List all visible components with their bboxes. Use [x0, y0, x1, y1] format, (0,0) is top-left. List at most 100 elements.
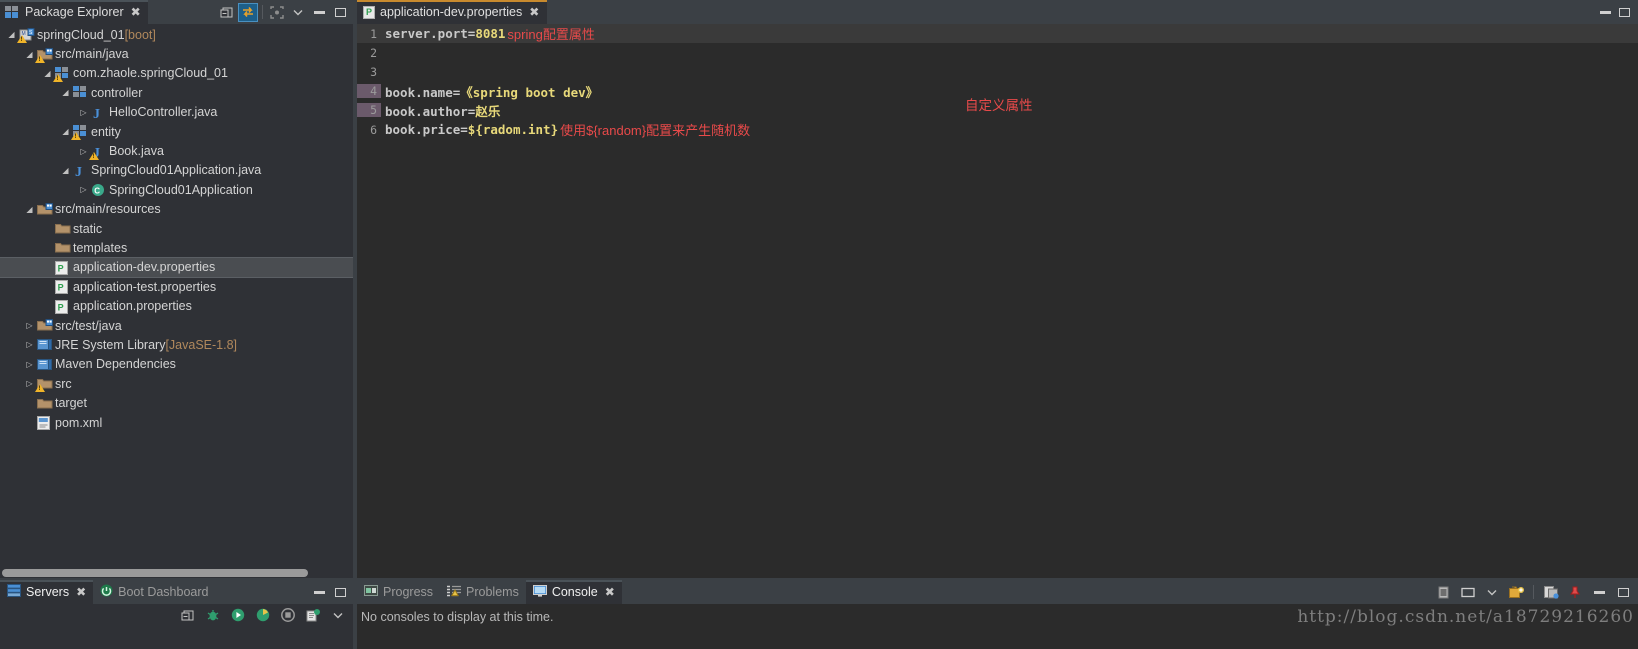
- java-file-icon: J: [91, 106, 106, 122]
- code-text[interactable]: server.port=8081: [381, 26, 505, 41]
- folder-icon: [55, 241, 71, 254]
- property-key: book.author=: [385, 103, 476, 119]
- code-text[interactable]: book.price=${radom.int}: [381, 122, 558, 137]
- tab-problems[interactable]: Problems: [440, 580, 526, 604]
- code-annotation: spring配置属性: [507, 27, 595, 43]
- line-number: 3: [370, 64, 377, 79]
- pin-console-icon[interactable]: [1566, 584, 1584, 601]
- maximize-icon[interactable]: [1614, 584, 1632, 601]
- scroll-lock-icon[interactable]: [1459, 584, 1477, 601]
- maximize-icon[interactable]: [1619, 7, 1630, 17]
- collapse-all-icon[interactable]: [218, 4, 236, 21]
- code-line[interactable]: 2: [357, 43, 1638, 62]
- publish-icon[interactable]: [304, 607, 322, 624]
- code-line[interactable]: 3: [357, 62, 1638, 81]
- display-selected-console-icon[interactable]: [1483, 584, 1501, 601]
- tree-item[interactable]: ▷ C SpringCloud01Application: [0, 180, 353, 199]
- start-icon[interactable]: [229, 607, 247, 624]
- package-explorer-view: Package Explorer ✖ ◢ M S ! springCloud_0…: [0, 0, 353, 578]
- tab-boot-dashboard[interactable]: Boot Dashboard: [93, 580, 215, 604]
- expand-arrow-icon[interactable]: ◢: [59, 166, 72, 175]
- line-number: 2: [370, 45, 377, 60]
- clear-console-icon[interactable]: [1435, 584, 1453, 601]
- tree-item[interactable]: pom.xml: [0, 413, 353, 432]
- tree-item-icon: J: [72, 164, 89, 180]
- tree-item[interactable]: Papplication-test.properties: [0, 277, 353, 296]
- debug-icon[interactable]: [204, 607, 222, 624]
- collapse-arrow-icon[interactable]: ▷: [77, 108, 90, 117]
- scrollbar-thumb[interactable]: [2, 569, 308, 577]
- explorer-horizontal-scrollbar[interactable]: [0, 567, 353, 578]
- close-icon[interactable]: ✖: [605, 586, 615, 598]
- tree-item-label: src/test/java: [55, 318, 122, 333]
- focus-on-active-task-icon[interactable]: [268, 4, 286, 21]
- minimize-icon[interactable]: [1590, 584, 1608, 601]
- tree-item[interactable]: ▷JBook.java: [0, 141, 353, 161]
- profile-icon[interactable]: [254, 607, 272, 624]
- code-annotation: 使用${random}配置来产生随机数: [560, 123, 751, 139]
- maximize-icon[interactable]: [331, 584, 349, 601]
- warning-overlay-icon: [53, 73, 63, 82]
- tree-item[interactable]: ▷src: [0, 374, 353, 393]
- code-line[interactable]: 1 server.port=8081 spring配置属性: [357, 24, 1638, 44]
- tree-item[interactable]: ▷ src/test/java: [0, 316, 353, 335]
- tree-item-icon: MS: [17, 28, 35, 44]
- editor-tab-label: application-dev.properties: [380, 5, 523, 19]
- tree-item-suffix: [JavaSE-1.8]: [165, 337, 238, 352]
- expand-arrow-icon[interactable]: ◢: [23, 205, 36, 214]
- tree-item-label: SpringCloud01Application.java: [91, 163, 262, 178]
- tree-item-icon: [36, 397, 53, 410]
- collapse-all-icon[interactable]: [179, 607, 197, 624]
- tab-servers[interactable]: Servers ✖: [0, 580, 94, 604]
- code-text[interactable]: book.name=《spring boot dev》: [381, 82, 598, 101]
- code-editor[interactable]: 1 server.port=8081 spring配置属性 2 3 4 book.name=…: [357, 24, 1638, 578]
- toolbar-separator: [1533, 585, 1534, 599]
- expand-arrow-icon[interactable]: ◢: [59, 88, 72, 97]
- tree-item[interactable]: ▷ JRE System Library [JavaSE-1.8]: [0, 335, 353, 354]
- view-menu-icon[interactable]: [329, 607, 347, 624]
- close-icon[interactable]: ✖: [529, 6, 539, 18]
- new-console-view-icon[interactable]: [1542, 584, 1560, 601]
- minimize-icon[interactable]: [1600, 8, 1611, 17]
- minimize-icon[interactable]: [310, 4, 328, 21]
- tree-item[interactable]: ◢ src/main/resources: [0, 200, 353, 219]
- tree-item[interactable]: templates: [0, 238, 353, 257]
- warning-overlay-icon: [89, 151, 99, 160]
- link-with-editor-icon[interactable]: [238, 2, 258, 22]
- collapse-arrow-icon[interactable]: ▷: [23, 321, 36, 330]
- close-icon[interactable]: ✖: [76, 586, 86, 598]
- tab-progress[interactable]: Progress: [357, 580, 440, 604]
- close-icon[interactable]: ✖: [131, 6, 141, 18]
- project-tree[interactable]: ◢MSspringCloud_01 [boot]◢src/main/java◢c…: [0, 24, 353, 578]
- minimize-icon[interactable]: [310, 584, 328, 601]
- tree-item[interactable]: ◢MSspringCloud_01 [boot]: [0, 25, 353, 44]
- property-key: server.port=: [385, 26, 476, 42]
- tree-item[interactable]: ◢src/main/java: [0, 44, 353, 63]
- stop-icon[interactable]: [279, 607, 297, 624]
- tree-item[interactable]: ▷ J HelloController.java: [0, 103, 353, 122]
- maximize-icon[interactable]: [331, 4, 349, 21]
- tree-item[interactable]: target: [0, 393, 353, 412]
- view-menu-icon[interactable]: [289, 4, 307, 21]
- tree-item-label: Book.java: [109, 144, 164, 159]
- tree-item-icon: [36, 202, 53, 216]
- code-text[interactable]: book.author=赵乐: [381, 101, 500, 120]
- tab-console[interactable]: Console ✖: [525, 580, 622, 604]
- tab-package-explorer[interactable]: Package Explorer ✖: [0, 0, 148, 24]
- tree-item[interactable]: Papplication.properties: [0, 296, 353, 315]
- tree-item[interactable]: ▷ Maven Dependencies: [0, 355, 353, 374]
- tree-item[interactable]: ◢ J SpringCloud01Application.java: [0, 161, 353, 180]
- tree-item[interactable]: ◢entity: [0, 122, 353, 141]
- collapse-arrow-icon[interactable]: ▷: [23, 340, 36, 349]
- code-line[interactable]: 6 book.price=${radom.int} 使用${random}配置来产生…: [357, 120, 1638, 139]
- collapse-arrow-icon[interactable]: ▷: [23, 360, 36, 369]
- tree-item[interactable]: ◢ controller: [0, 83, 353, 102]
- tree-item[interactable]: static: [0, 219, 353, 238]
- tree-item[interactable]: Papplication-dev.properties: [0, 256, 353, 279]
- tree-item-label: controller: [91, 85, 143, 100]
- tree-item[interactable]: ◢com.zhaole.springCloud_01: [0, 64, 353, 83]
- tab-application-dev-properties[interactable]: P application-dev.properties ✖: [357, 0, 548, 24]
- open-console-icon[interactable]: [1507, 584, 1525, 601]
- property-value: 《spring boot dev》: [460, 84, 599, 100]
- collapse-arrow-icon[interactable]: ▷: [77, 185, 90, 194]
